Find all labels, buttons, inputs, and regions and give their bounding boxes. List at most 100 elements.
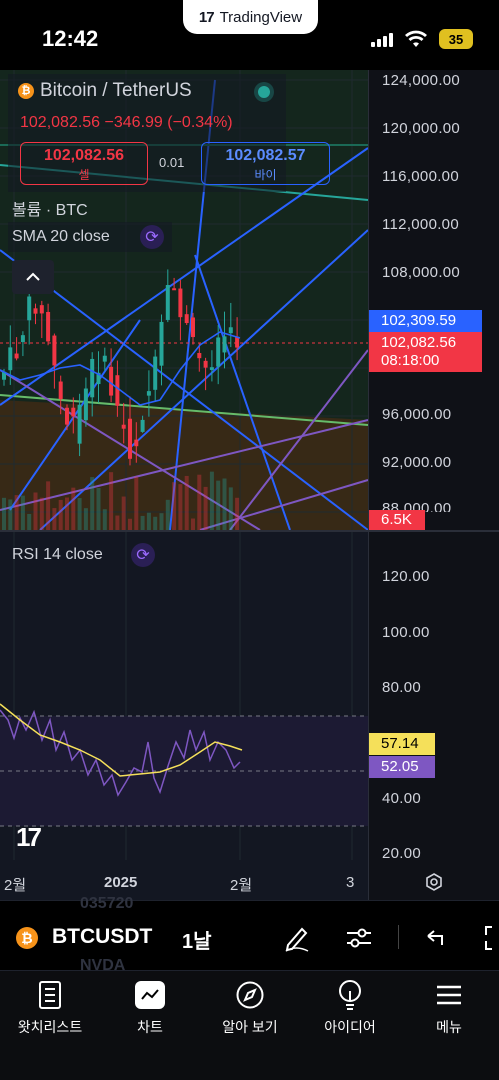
candle-body	[222, 336, 227, 353]
tradingview-pill: 17 TradingView	[183, 0, 318, 34]
price-axis-label: 116,000.00	[382, 168, 459, 185]
volume-tag: 6.5K	[369, 510, 425, 530]
tradingview-watermark-icon: 17	[16, 822, 42, 852]
volume-bar	[2, 497, 6, 530]
candle-body	[65, 407, 69, 425]
compass-icon	[234, 979, 266, 1011]
toolbar-divider	[398, 925, 399, 949]
volume-bar	[134, 476, 139, 530]
price-axis-label: 96,000.00	[382, 406, 452, 423]
volume-bar	[90, 477, 95, 530]
candle-body	[184, 314, 189, 324]
symbol-legend[interactable]: ₿ Bitcoin / TetherUS 102,082.56 −346.99 …	[8, 74, 330, 192]
volume-indicator-label[interactable]: 볼륨 · BTC	[12, 196, 88, 220]
fullscreen-icon[interactable]	[478, 923, 499, 953]
volume-bar	[146, 512, 151, 530]
candle-body	[33, 308, 38, 314]
volume-bar	[71, 487, 76, 530]
candle-body	[172, 288, 177, 291]
nav-ideas[interactable]: 아이디어	[300, 979, 400, 1037]
volume-bar	[178, 484, 183, 530]
volume-bar	[115, 515, 120, 530]
candle-body	[102, 355, 107, 362]
last-price-value: 102,082.56	[381, 334, 457, 351]
candle-body	[109, 366, 114, 396]
nav-label: 알아 보기	[222, 1019, 278, 1035]
market-open-icon	[258, 86, 270, 98]
volume-bar	[172, 482, 177, 530]
nav-label: 아이디어	[324, 1019, 376, 1035]
symbol-search-button[interactable]: BTCUSDT	[52, 925, 152, 949]
time-axis-label: 2025	[104, 874, 138, 891]
volume-bar	[20, 495, 25, 530]
candle-body	[191, 317, 195, 338]
time-axis-label: 3	[346, 874, 355, 891]
volume-bar	[8, 499, 13, 530]
candle-body	[140, 419, 145, 432]
nav-menu[interactable]: 메뉴	[399, 979, 499, 1037]
undo-icon[interactable]	[420, 923, 450, 953]
volume-bar	[33, 492, 38, 530]
drawing-tools-icon[interactable]	[282, 923, 312, 953]
refresh-icon[interactable]: ⟳	[140, 225, 164, 249]
volume-bar	[121, 496, 126, 530]
volume-bar	[203, 486, 208, 530]
price-axis-label: 112,000.00	[382, 216, 459, 233]
rsi-axis-label: 100.00	[382, 624, 430, 641]
time-axis-label: 2월	[230, 877, 253, 894]
nav-chart[interactable]: 차트	[100, 979, 200, 1037]
pane-separator[interactable]	[0, 530, 499, 532]
interval-button[interactable]: 1날	[182, 925, 212, 954]
candle-body	[90, 358, 95, 398]
watchlist-icon	[34, 979, 66, 1011]
candle-body	[20, 335, 25, 343]
bar-countdown: 08:18:00	[381, 352, 440, 369]
volume-bar	[27, 513, 32, 530]
volume-bar	[228, 487, 233, 530]
candle-body	[209, 367, 214, 370]
price-axis-label: 92,000.00	[382, 454, 452, 471]
candle-body	[228, 327, 233, 334]
volume-bar	[46, 481, 51, 530]
candle-body	[197, 353, 202, 359]
symbol-toolbar: 035720 NVDA ₿ BTCUSDT 1날	[0, 895, 499, 974]
battery-icon: 35	[439, 29, 473, 49]
volume-bar	[159, 513, 164, 530]
collapse-legend-button[interactable]	[12, 260, 54, 294]
sell-button[interactable]: 102,082.56 셀	[20, 142, 148, 185]
volume-bar	[65, 497, 69, 530]
rsi-value-tag: 52.05	[369, 756, 435, 778]
candle-body	[159, 321, 164, 366]
refresh-icon[interactable]: ⟳	[131, 543, 155, 567]
volume-bar	[209, 471, 214, 530]
nav-label: 메뉴	[436, 1019, 462, 1035]
rsi-indicator-label[interactable]: RSI 14 close	[12, 546, 103, 564]
axis-settings-icon[interactable]	[424, 872, 444, 892]
candle-body	[8, 347, 13, 371]
legend-price-change: 102,082.56 −346.99 (−0.34%)	[20, 114, 233, 131]
legend-symbol-row[interactable]: ₿ Bitcoin / TetherUS	[18, 80, 192, 102]
buy-button[interactable]: 102,082.57 바이	[201, 142, 330, 185]
status-time: 12:42	[42, 26, 99, 51]
price-axis-label: 120,000.00	[382, 120, 461, 137]
last-price-tag: 102,082.56 08:18:00	[369, 332, 482, 372]
volume-bar	[235, 497, 240, 530]
candle-body	[52, 335, 57, 366]
volume-bar	[128, 518, 132, 530]
nav-explore[interactable]: 알아 보기	[200, 979, 300, 1037]
candle-body	[77, 404, 82, 444]
sma-indicator-legend[interactable]: SMA 20 close ⟳	[8, 222, 172, 252]
bitcoin-icon: ₿	[16, 927, 38, 949]
indicators-icon[interactable]	[344, 923, 374, 953]
volume-bar	[165, 499, 170, 530]
volume-bar	[184, 475, 189, 530]
candle-body	[83, 388, 88, 421]
price-axis-label: 108,000.00	[382, 264, 461, 281]
candle-body	[153, 356, 158, 390]
bottom-navigation: 왓치리스트 차트 알아 보기 아이디어 메뉴	[0, 970, 499, 1080]
time-axis-label: 2월	[4, 877, 27, 894]
chart-area[interactable]: 124,000.00 120,000.00 116,000.00 112,000…	[0, 70, 499, 900]
volume-bar	[52, 508, 57, 530]
volume-bar	[39, 497, 44, 530]
nav-watchlist[interactable]: 왓치리스트	[0, 979, 100, 1037]
